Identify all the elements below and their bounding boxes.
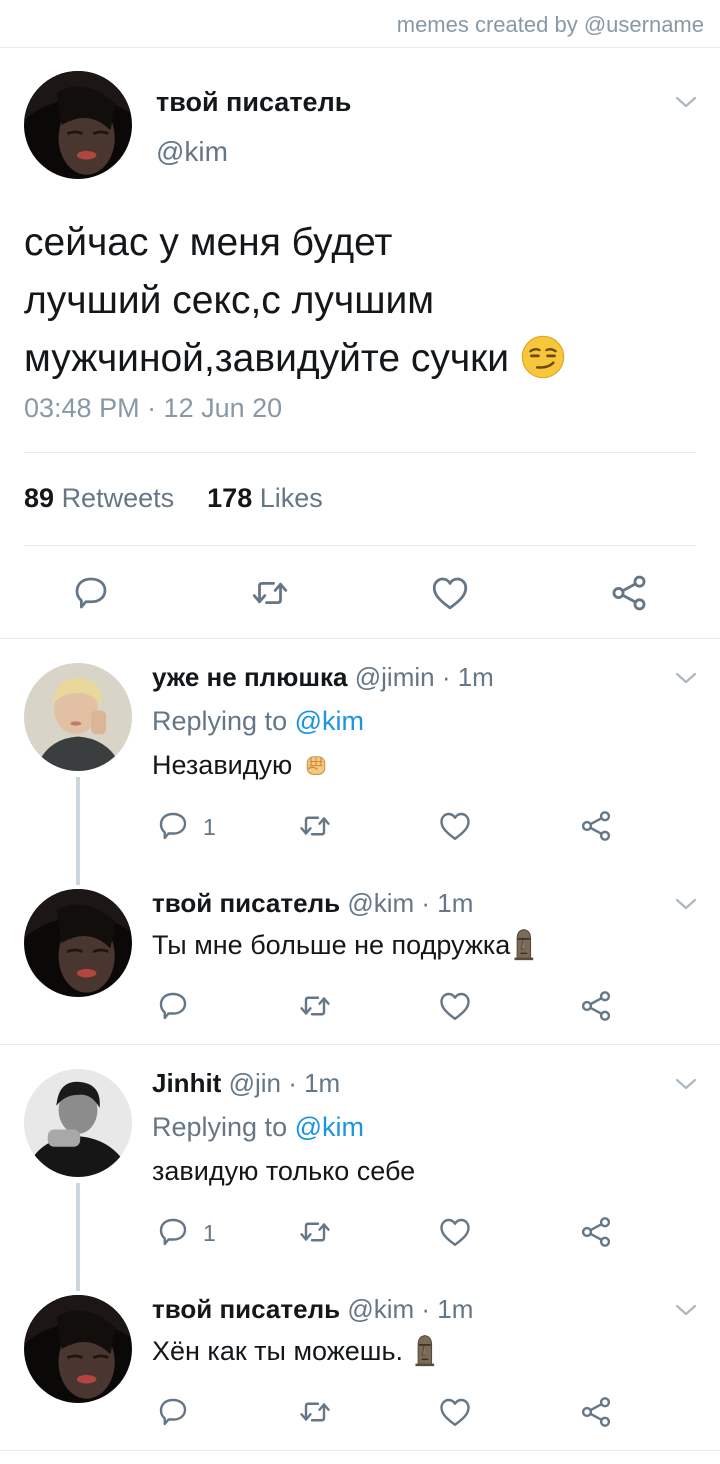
divider bbox=[24, 452, 696, 453]
likes-label[interactable]: Likes bbox=[260, 483, 323, 513]
replying-to-label: Replying to bbox=[152, 706, 288, 736]
like-count[interactable]: 178 bbox=[207, 483, 252, 513]
share-icon[interactable] bbox=[578, 808, 614, 844]
reply-text: Незавидую bbox=[152, 750, 332, 781]
like-icon[interactable] bbox=[437, 988, 473, 1024]
like-icon[interactable] bbox=[437, 1394, 473, 1430]
chevron-down-icon[interactable] bbox=[675, 897, 697, 911]
retweets-label[interactable]: Retweets bbox=[62, 483, 175, 513]
moai-icon bbox=[510, 927, 536, 961]
author-name[interactable]: Jinhit bbox=[152, 1068, 221, 1098]
tweet-text-line: сейчас у меня будет bbox=[24, 221, 393, 264]
retweet-count[interactable]: 89 bbox=[24, 483, 54, 513]
divider bbox=[0, 1044, 720, 1045]
chevron-down-icon[interactable] bbox=[675, 1077, 697, 1091]
share-icon[interactable] bbox=[578, 1214, 614, 1250]
reply-count: 1 bbox=[203, 814, 216, 840]
reply-header: твой писатель @kim · 1m bbox=[152, 1294, 473, 1325]
retweet-icon[interactable] bbox=[248, 572, 292, 614]
reply-text: Ты мне больше не подружка bbox=[152, 930, 536, 961]
reply-icon[interactable] bbox=[155, 808, 191, 844]
share-icon[interactable] bbox=[608, 572, 650, 614]
reply-icon[interactable] bbox=[155, 1394, 191, 1430]
mention-link[interactable]: @kim bbox=[295, 706, 364, 736]
tweet-text: сейчас у меня будет лучший секс,с лучшим… bbox=[24, 214, 684, 388]
watermark: memes created by @username bbox=[396, 12, 704, 37]
avatar[interactable] bbox=[24, 71, 132, 179]
author-name[interactable]: твой писатель bbox=[156, 87, 351, 118]
mention-link[interactable]: @kim bbox=[295, 1112, 364, 1142]
divider bbox=[0, 638, 720, 639]
reply-header: твой писатель @kim · 1m bbox=[152, 888, 473, 919]
moai-icon bbox=[411, 1333, 437, 1367]
tweet-stats: 89 Retweets 178 Likes bbox=[24, 483, 323, 514]
like-icon[interactable] bbox=[437, 1214, 473, 1250]
author-meta[interactable]: @kim · 1m bbox=[347, 1294, 473, 1324]
reply-text-content: Хён как ты можешь. bbox=[152, 1336, 404, 1366]
reply-text-content: Ты мне больше не подружка bbox=[152, 930, 511, 960]
tweet-text-line: мужчиной,завидуйте сучки bbox=[24, 330, 684, 388]
replying-to-label: Replying to bbox=[152, 1112, 288, 1142]
author-name[interactable]: твой писатель bbox=[152, 888, 340, 918]
thread-line bbox=[76, 1183, 80, 1291]
timestamp[interactable]: 03:48 PM · 12 Jun 20 bbox=[24, 393, 282, 424]
thread-line bbox=[76, 777, 80, 885]
reply-text: завидую только себе bbox=[152, 1156, 416, 1186]
share-icon[interactable] bbox=[578, 988, 614, 1024]
reply-header: уже не плюшка @jimin · 1m bbox=[152, 662, 494, 693]
retweet-icon[interactable] bbox=[296, 1214, 334, 1250]
retweet-icon[interactable] bbox=[296, 1394, 334, 1430]
avatar[interactable] bbox=[24, 1295, 132, 1403]
chevron-down-icon[interactable] bbox=[675, 95, 697, 109]
reply-text: Хён как ты можешь. bbox=[152, 1336, 437, 1367]
chevron-down-icon[interactable] bbox=[675, 671, 697, 685]
reply-icon[interactable] bbox=[155, 988, 191, 1024]
avatar[interactable] bbox=[24, 663, 132, 771]
author-handle[interactable]: @kim bbox=[156, 136, 228, 168]
author-meta[interactable]: @jin · 1m bbox=[229, 1068, 341, 1098]
divider bbox=[24, 545, 696, 546]
replying-to: Replying to @kim bbox=[152, 706, 364, 737]
reply-icon[interactable] bbox=[155, 1214, 191, 1250]
author-meta[interactable]: @jimin · 1m bbox=[355, 662, 494, 692]
like-icon[interactable] bbox=[429, 572, 471, 614]
raised-fist-icon bbox=[300, 748, 332, 780]
author-meta[interactable]: @kim · 1m bbox=[347, 888, 473, 918]
tweet-text-line-content: мужчиной,завидуйте сучки bbox=[24, 337, 510, 380]
reply-count: 1 bbox=[203, 1220, 216, 1246]
retweet-icon[interactable] bbox=[296, 988, 334, 1024]
reply-text-content: Незавидую bbox=[152, 750, 293, 780]
like-icon[interactable] bbox=[437, 808, 473, 844]
avatar[interactable] bbox=[24, 1069, 132, 1177]
header-divider bbox=[0, 47, 720, 48]
tweet-text-line: лучший секс,с лучшим bbox=[24, 279, 435, 322]
replying-to: Replying to @kim bbox=[152, 1112, 364, 1143]
smirking-face-icon bbox=[520, 334, 566, 380]
retweet-icon[interactable] bbox=[296, 808, 334, 844]
share-icon[interactable] bbox=[578, 1394, 614, 1430]
divider bbox=[0, 1450, 720, 1451]
author-name[interactable]: уже не плюшка bbox=[152, 662, 348, 692]
reply-header: Jinhit @jin · 1m bbox=[152, 1068, 340, 1099]
chevron-down-icon[interactable] bbox=[675, 1303, 697, 1317]
avatar[interactable] bbox=[24, 889, 132, 997]
author-name[interactable]: твой писатель bbox=[152, 1294, 340, 1324]
reply-icon[interactable] bbox=[70, 572, 112, 614]
